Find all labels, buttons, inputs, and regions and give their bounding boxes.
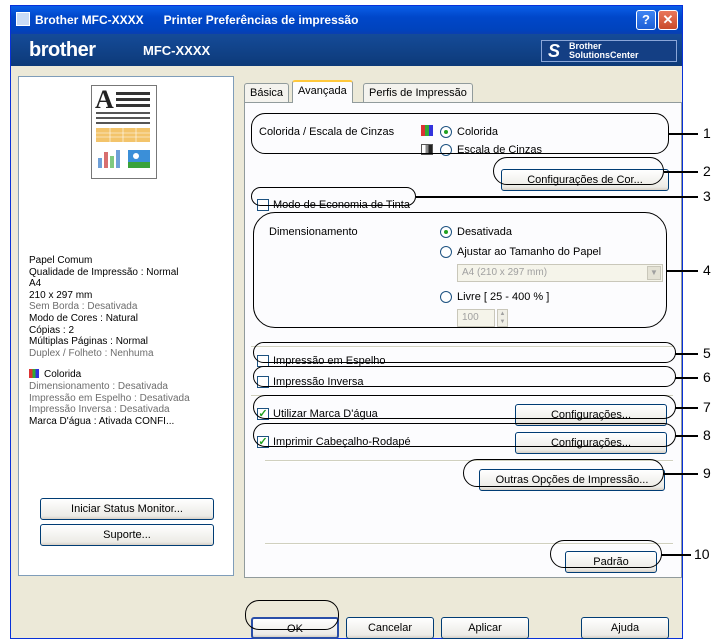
callout-line-4 (666, 270, 698, 272)
callout-2: 2 (703, 163, 711, 179)
summary-size: A4 (29, 278, 42, 290)
svg-text:A: A (95, 86, 114, 114)
model-name: MFC-XXXX (143, 43, 211, 58)
callout-5: 5 (703, 345, 711, 361)
callout-6: 6 (703, 369, 711, 385)
callout-oval-9 (463, 459, 664, 487)
help-button[interactable]: Ajuda (581, 617, 669, 639)
solutions-line2: SolutionsCenter (569, 50, 639, 60)
help-title-button[interactable]: ? (636, 10, 656, 30)
callout-oval-7 (253, 395, 676, 419)
solutions-center-button[interactable]: S Brother SolutionsCenter (541, 40, 677, 62)
summary-color-mode: Modo de Cores : Natural (29, 312, 138, 324)
callout-1: 1 (703, 125, 711, 141)
callout-7: 7 (703, 399, 711, 415)
summary-borderless: Sem Borda : Desativada (29, 301, 138, 313)
callout-line-7 (675, 407, 698, 409)
summary-multipage: Múltiplas Páginas : Normal (29, 336, 148, 348)
support-button[interactable]: Suporte... (40, 524, 214, 546)
callout-oval-5 (253, 342, 676, 363)
callout-line-10 (661, 554, 691, 556)
tab-advanced[interactable]: Avançada (292, 80, 353, 103)
callout-oval-ok (245, 600, 339, 630)
status-monitor-button[interactable]: Iniciar Status Monitor... (40, 498, 214, 520)
color-swatch-icon (29, 369, 39, 379)
solutions-center-icon: S (548, 41, 561, 61)
summary-reverse: Impressão Inversa : Desativada (29, 404, 170, 416)
settings-preview-panel: A Papel Comum Qualidade de Impressão: N… (18, 76, 234, 576)
window-title: Brother MFC-XXXX Printer Preferências de… (35, 13, 359, 27)
callout-line-5 (675, 353, 698, 355)
callout-9: 9 (703, 465, 711, 481)
tab-basic[interactable]: Básica (244, 83, 290, 103)
callout-10: 10 (694, 546, 710, 562)
cancel-button[interactable]: Cancelar (346, 617, 434, 639)
summary-scaling: Dimensionamento : Desativada (29, 380, 168, 392)
callout-8: 8 (703, 427, 711, 443)
callout-line-1 (668, 133, 698, 135)
callout-line-8 (675, 435, 698, 437)
summary-paper: Papel Comum (29, 255, 93, 266)
brother-logo: brother (29, 39, 96, 61)
tab-print-profiles[interactable]: Perfis de Impressão (363, 83, 473, 103)
callout-line-3 (416, 196, 698, 198)
summary-color-label: Colorida (44, 369, 82, 381)
summary-copies: Cópias : 2 (29, 324, 75, 336)
title-bar: Brother MFC-XXXX Printer Preferências de… (11, 6, 682, 34)
page-preview-image: A (91, 85, 157, 179)
summary-quality: Qualidade de Impressão : Normal (29, 266, 179, 278)
summary-color: Colorida (29, 369, 190, 381)
callout-line-6 (675, 377, 698, 379)
callout-oval-6 (253, 366, 676, 387)
summary-duplex: Duplex / Folheto : Nenhuma (29, 347, 154, 359)
summary-dimensions: 210 x 297 mm (29, 289, 93, 301)
callout-oval-4 (253, 212, 667, 328)
callout-oval-1 (251, 113, 669, 154)
callout-line-9 (663, 473, 698, 475)
close-button[interactable]: ✕ (658, 10, 678, 30)
page-preview-graphic: A (95, 85, 150, 168)
settings-summary: Papel Comum Qualidade de Impressão : Nor… (29, 255, 190, 427)
summary-watermark: Marca D'água : Ativada CONFI... (29, 415, 175, 427)
callout-3: 3 (703, 188, 711, 204)
callout-4: 4 (703, 262, 711, 278)
callout-oval-8 (253, 423, 676, 447)
summary-mirror: Impressão em Espelho : Desativada (29, 392, 190, 404)
callout-oval-3 (251, 187, 416, 206)
callout-oval-2 (493, 157, 664, 185)
printer-icon (16, 12, 30, 26)
callout-oval-10 (550, 540, 662, 568)
brand-bar: brother MFC-XXXX S Brother SolutionsCent… (11, 34, 682, 66)
apply-button[interactable]: Aplicar (441, 617, 529, 639)
callout-line-2 (664, 171, 698, 173)
